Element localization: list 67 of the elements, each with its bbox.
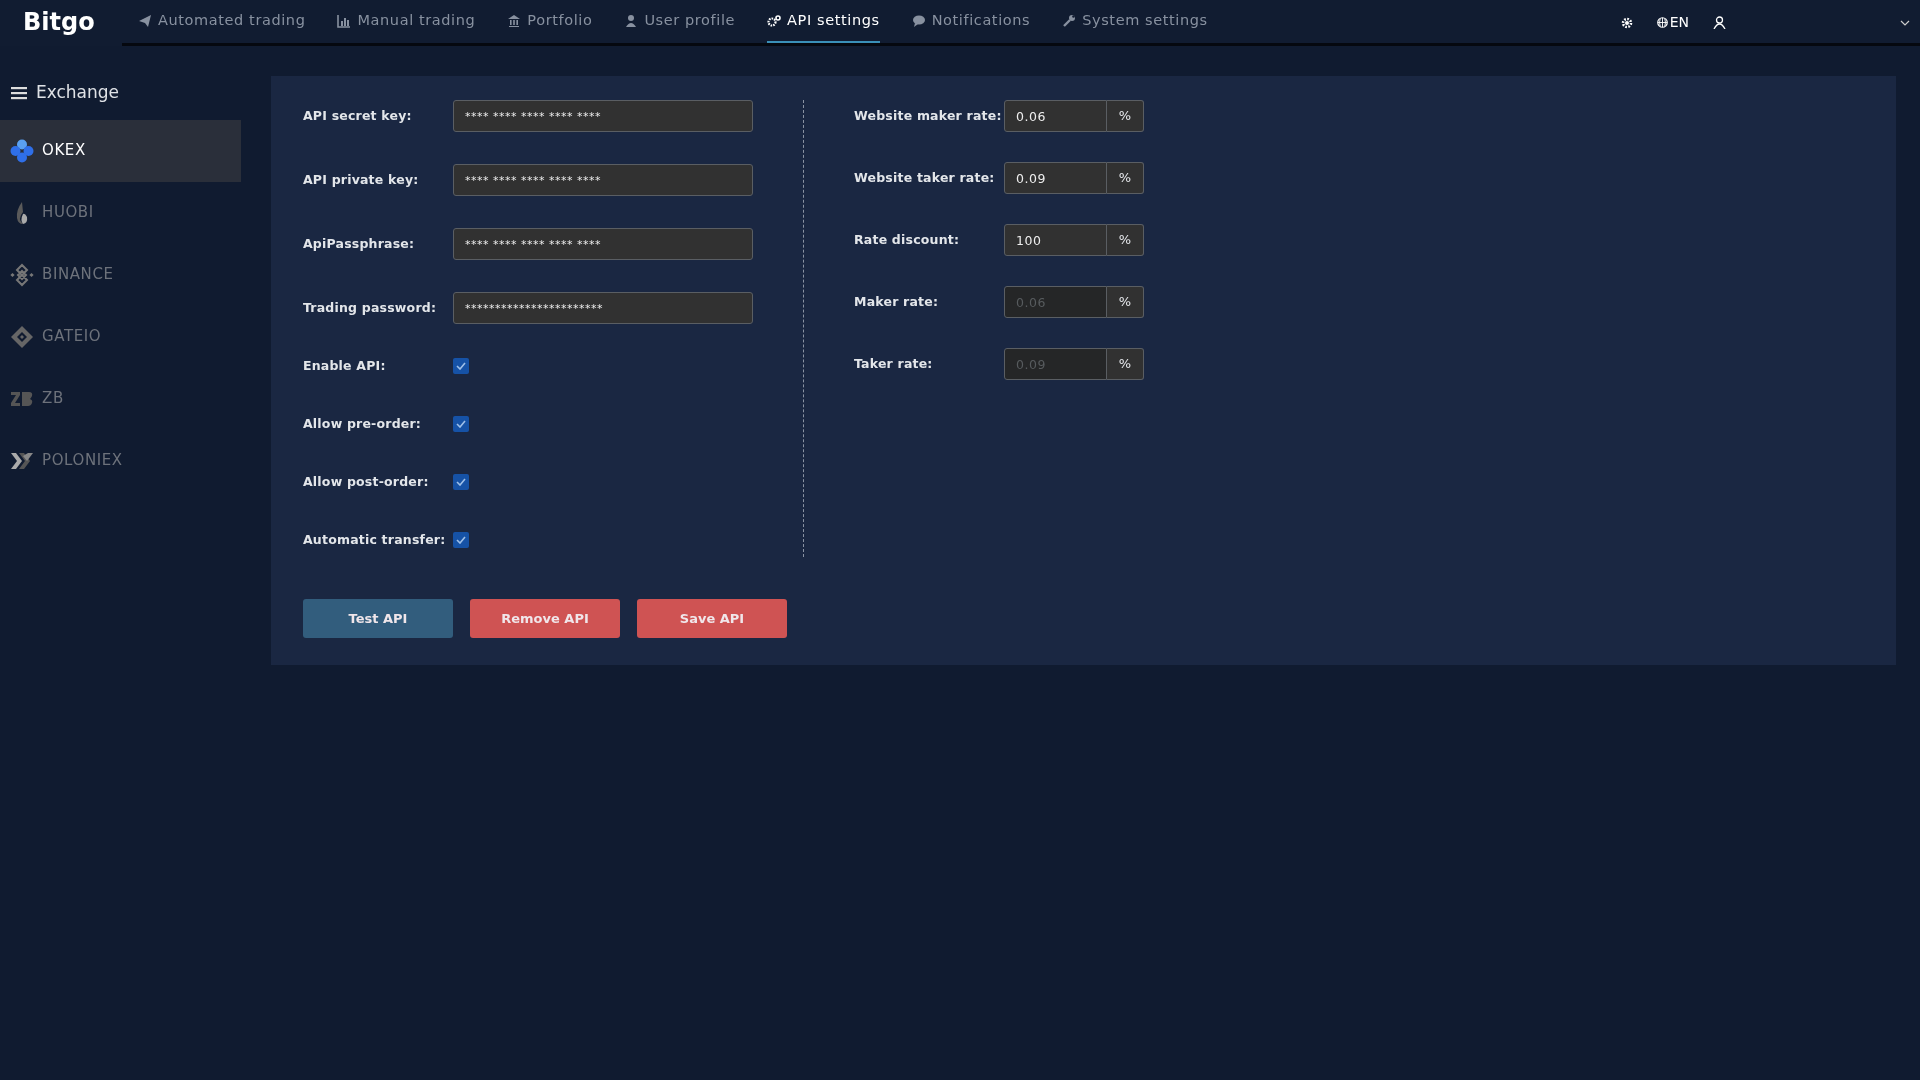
field-label: Trading password:: [303, 298, 438, 317]
unit-label: %: [1107, 162, 1144, 194]
check-icon: [456, 362, 466, 370]
unit-label: %: [1107, 348, 1144, 380]
sidebar-item[interactable]: BINANCE: [0, 243, 241, 306]
checkbox[interactable]: [453, 474, 469, 490]
sidebar-item[interactable]: HUOBI: [0, 181, 241, 244]
checkbox[interactable]: [453, 532, 469, 548]
check-icon: [456, 420, 466, 428]
bank-icon: [507, 13, 522, 28]
sidebar-item[interactable]: ZB: [0, 367, 241, 430]
settings-icon: [1620, 16, 1633, 29]
nav-tab[interactable]: Notifications: [911, 0, 1031, 43]
check-icon: [456, 536, 466, 544]
nav-tab[interactable]: System settings: [1062, 0, 1208, 43]
check-icon: [456, 478, 466, 486]
option-label: Enable API:: [303, 356, 387, 375]
nav-tab[interactable]: Automated trading: [138, 0, 306, 43]
option-label: Automatic transfer:: [303, 530, 447, 549]
unit-label: %: [1107, 286, 1144, 318]
diamond-icon: [10, 262, 34, 287]
chart-icon: [337, 13, 352, 28]
checkbox[interactable]: [453, 416, 469, 432]
menu-icon: [11, 85, 27, 100]
sidebar-title: Exchange: [36, 81, 120, 104]
field-label: Website maker rate:: [854, 106, 1003, 125]
field-label: ApiPassphrase:: [303, 234, 416, 253]
input-field[interactable]: **** **** **** **** ****: [453, 100, 753, 132]
user-icon: [1713, 16, 1726, 29]
input-field[interactable]: **** **** **** **** ****: [453, 164, 753, 196]
chat-icon: [911, 13, 926, 28]
nav-tab[interactable]: Manual trading: [337, 0, 476, 43]
field-label: Rate discount:: [854, 230, 961, 249]
field-label: Taker rate:: [854, 354, 934, 373]
clover-icon: [10, 138, 34, 163]
user-icon: [624, 13, 639, 28]
field-label: API private key:: [303, 170, 420, 189]
globe-icon: [1656, 17, 1668, 28]
unit-label: %: [1107, 224, 1144, 256]
option-label: Allow post-order:: [303, 472, 430, 491]
nav-tab[interactable]: API settings: [767, 0, 880, 43]
caret-icon: [1900, 20, 1910, 27]
input-field[interactable]: 0.06: [1004, 100, 1107, 132]
sidebar-item[interactable]: OKEX: [0, 119, 241, 182]
wrench-icon: [1062, 13, 1077, 28]
input-field[interactable]: ***********************: [453, 292, 753, 324]
field-label: Maker rate:: [854, 292, 940, 311]
nav-tab[interactable]: User profile: [624, 0, 736, 43]
checkbox[interactable]: [453, 358, 469, 374]
option-label: Allow pre-order:: [303, 414, 423, 433]
input-field[interactable]: 0.09: [1004, 162, 1107, 194]
action-button[interactable]: Remove API: [470, 599, 620, 638]
field-label: API secret key:: [303, 106, 413, 125]
language-selector[interactable]: EN: [1656, 12, 1689, 33]
logo: Bitgo: [22, 7, 96, 38]
action-button[interactable]: Save API: [637, 599, 787, 638]
input-field[interactable]: **** **** **** **** ****: [453, 228, 753, 260]
unit-label: %: [1107, 100, 1144, 132]
sidebar-item[interactable]: GATEIO: [0, 305, 241, 368]
sidebar-item[interactable]: POLONIEX: [0, 429, 241, 492]
nav-tab[interactable]: Portfolio: [507, 0, 593, 43]
plane-icon: [138, 13, 152, 28]
diamond-icon: [10, 324, 34, 349]
field-label: Website taker rate:: [854, 168, 996, 187]
gears-icon: [767, 13, 782, 28]
action-button[interactable]: Test API: [303, 599, 453, 638]
input-field[interactable]: 100: [1004, 224, 1107, 256]
